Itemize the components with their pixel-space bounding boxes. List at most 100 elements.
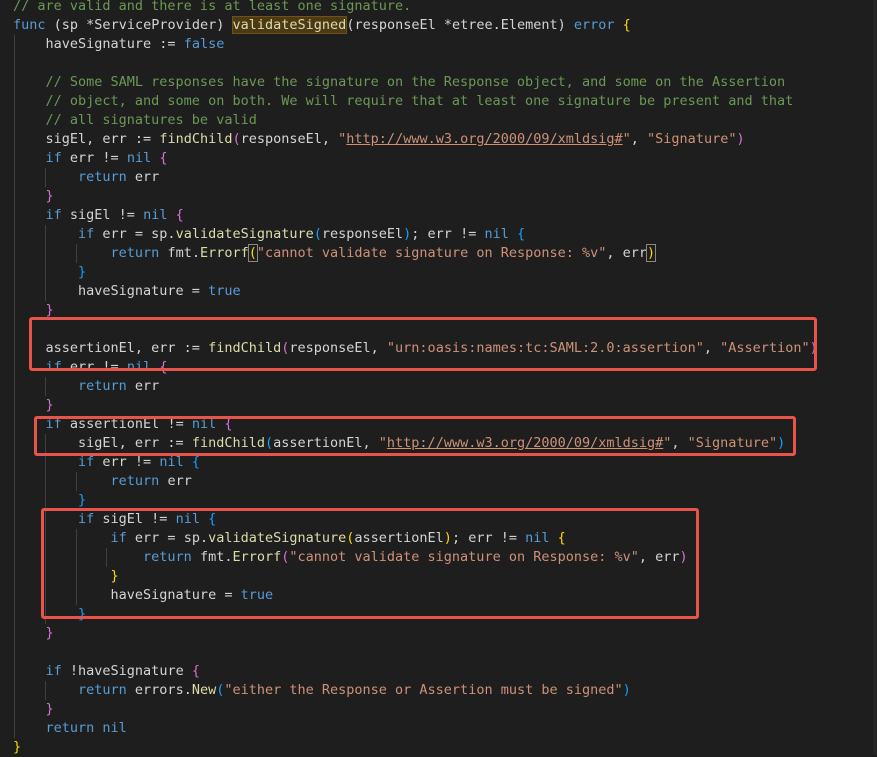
code-token: )	[645, 244, 657, 262]
code-line[interactable]: return errors.New("either the Response o…	[13, 681, 631, 700]
code-token: haveSignature =	[13, 587, 241, 603]
code-token: {	[557, 530, 566, 546]
code-line[interactable]: return fmt.Errorf("cannot validate signa…	[13, 548, 688, 567]
code-line[interactable]: return err	[13, 377, 159, 396]
code-token: assertionEl,	[273, 435, 379, 451]
code-token: // all signatures be valid	[13, 112, 257, 128]
code-token: sigEl !=	[61, 207, 144, 223]
code-token: nil	[143, 207, 168, 223]
code-token: }	[13, 568, 119, 584]
code-line[interactable]: }	[13, 396, 54, 415]
code-token: err !=	[61, 150, 127, 166]
code-token: {	[191, 454, 200, 470]
code-line[interactable]: }	[13, 491, 86, 510]
code-line[interactable]: }	[13, 605, 86, 624]
code-token: responseEl,	[240, 131, 339, 147]
code-line[interactable]: // Some SAML responses have the signatur…	[13, 73, 786, 92]
code-token: return	[13, 378, 127, 394]
code-token: if	[13, 416, 62, 432]
code-line[interactable]: // object, and some on both. We will req…	[13, 92, 794, 111]
code-line[interactable]: }	[13, 624, 54, 643]
code-token: {	[175, 207, 184, 223]
code-token: true	[208, 283, 241, 299]
code-token: err	[126, 378, 160, 394]
code-line[interactable]: if err != nil {	[13, 453, 200, 472]
code-token: validateSignature	[208, 530, 347, 546]
code-token: (	[53, 17, 62, 33]
code-token: "cannot validate signature on Response: …	[289, 549, 639, 565]
code-line[interactable]: if err = sp.validateSignature(assertionE…	[13, 529, 566, 548]
code-line[interactable]: if err != nil {	[13, 149, 168, 168]
code-line[interactable]: if err != nil {	[13, 358, 168, 377]
code-token: return	[13, 720, 95, 736]
code-token: validateSigned	[231, 16, 348, 34]
code-line[interactable]: return nil	[13, 719, 127, 738]
code-token: sigEl, err :=	[13, 435, 192, 451]
code-token: // object, and some on both. We will req…	[13, 93, 794, 109]
code-token: // Some SAML responses have the signatur…	[13, 74, 786, 90]
code-token: !haveSignature	[61, 663, 192, 679]
code-line[interactable]: }	[13, 301, 54, 320]
code-line[interactable]: if !haveSignature {	[13, 662, 200, 681]
code-token: // are valid and there is at least one s…	[13, 0, 412, 14]
code-line[interactable]: // all signatures be valid	[13, 111, 257, 130]
code-token: responseEl	[321, 226, 404, 242]
code-token: func	[13, 17, 46, 33]
code-token: , err	[638, 549, 680, 565]
code-token: (	[264, 435, 274, 451]
code-token: err !=	[94, 454, 160, 470]
code-token: return	[13, 473, 160, 489]
code-line[interactable]: haveSignature = true	[13, 586, 274, 605]
code-token: "Signature"	[687, 435, 778, 451]
code-line[interactable]: sigEl, err := findChild(responseEl, "htt…	[13, 130, 745, 149]
code-line[interactable]: return err	[13, 168, 159, 187]
code-line[interactable]: }	[13, 738, 21, 757]
code-token: haveSignature :=	[13, 36, 184, 52]
code-token: "	[622, 131, 631, 147]
code-line[interactable]: assertionEl, err := findChild(responseEl…	[13, 339, 818, 358]
code-token: nil	[102, 720, 127, 736]
code-token: , err	[606, 245, 648, 261]
code-token: if	[13, 454, 95, 470]
code-line[interactable]: haveSignature := false	[13, 35, 225, 54]
code-token: {	[516, 226, 526, 242]
code-line[interactable]: if assertionEl != nil {	[13, 415, 233, 434]
code-line[interactable]: func (sp *ServiceProvider) validateSigne…	[13, 16, 631, 35]
code-token: Errorf	[232, 549, 282, 565]
code-token: fmt.	[191, 549, 233, 565]
code-line[interactable]: return fmt.Errorf("cannot validate signa…	[13, 244, 657, 263]
vertical-scrollbar[interactable]	[873, 0, 877, 755]
code-token: }	[13, 625, 54, 641]
code-token: haveSignature =	[13, 283, 209, 299]
code-token: }	[13, 302, 54, 318]
code-line[interactable]: if err = sp.validateSignature(responseEl…	[13, 225, 525, 244]
code-token: ,	[630, 131, 648, 147]
code-token: http://www.w3.org/2000/09/xmldsig#	[386, 435, 664, 451]
code-token: "Signature"	[647, 131, 737, 147]
code-line[interactable]: // are valid and there is at least one s…	[13, 0, 411, 16]
indent-guide	[14, 320, 15, 339]
code-line[interactable]: if sigEl != nil {	[13, 206, 184, 225]
code-token: responseEl,	[289, 340, 387, 356]
code-token: }	[13, 397, 54, 413]
code-token: err	[126, 169, 160, 185]
code-line[interactable]: return err	[13, 472, 192, 491]
code-token: }	[13, 606, 87, 622]
code-line[interactable]: }	[13, 700, 54, 719]
code-token: err = sp.	[126, 530, 209, 546]
code-token: err	[159, 473, 192, 489]
code-line[interactable]: }	[13, 567, 119, 586]
code-token: http://www.w3.org/2000/09/xmldsig#	[346, 131, 623, 147]
code-line[interactable]: if sigEl != nil {	[13, 510, 216, 529]
code-token: "either the Response or Assertion must b…	[224, 682, 623, 698]
code-line[interactable]: }	[13, 187, 54, 206]
code-line[interactable]: sigEl, err := findChild(assertionEl, "ht…	[13, 434, 785, 453]
code-token: {	[159, 359, 168, 375]
code-line[interactable]: }	[13, 263, 86, 282]
code-editor[interactable]: // are valid and there is at least one s…	[0, 0, 877, 755]
code-line[interactable]: haveSignature = true	[13, 282, 241, 301]
code-token: nil	[175, 511, 200, 527]
